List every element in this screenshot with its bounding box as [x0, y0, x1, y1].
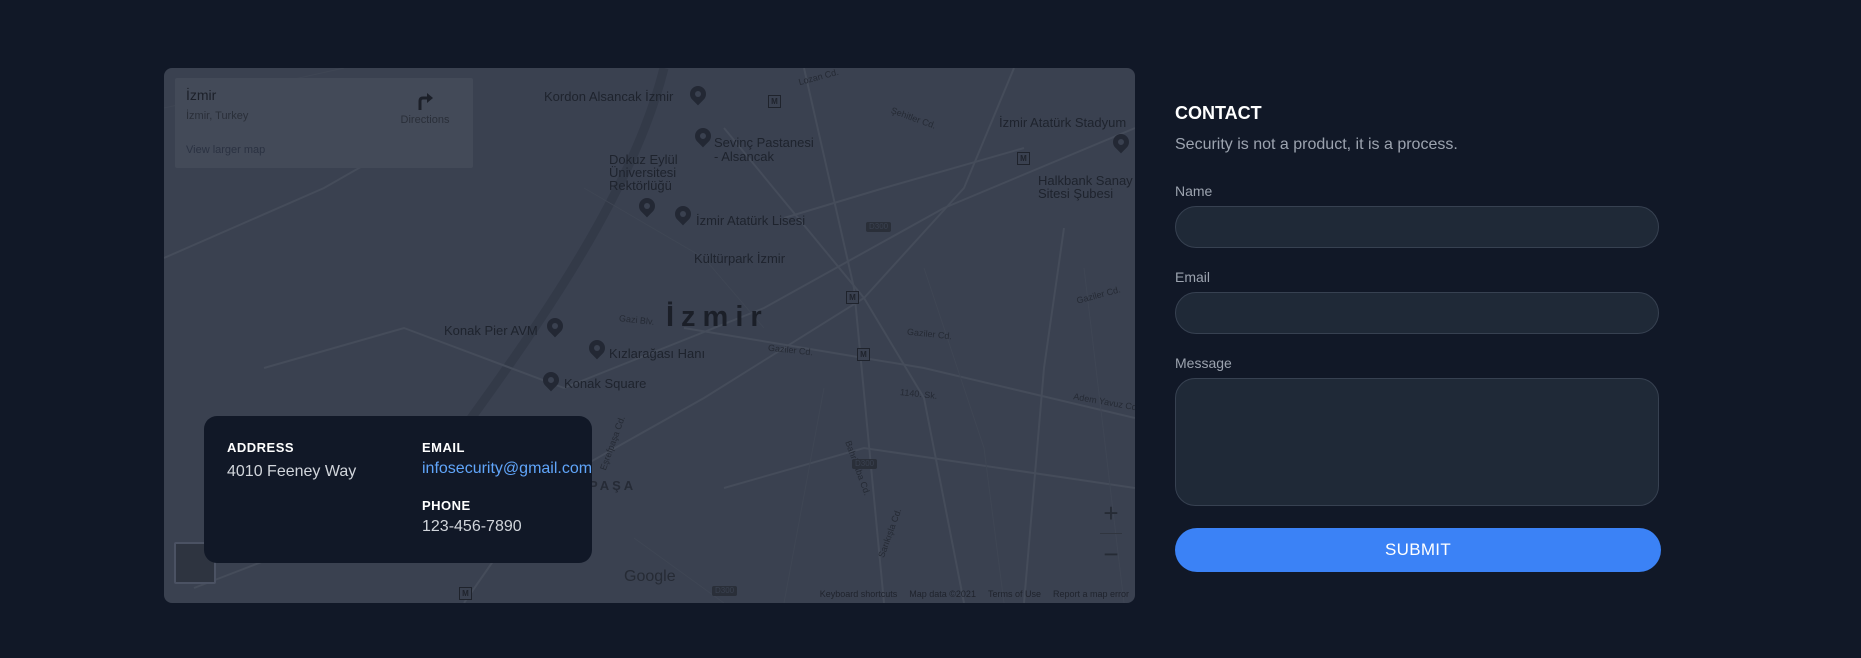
place-konak-square-label: Konak Square [564, 376, 647, 391]
road-badge: D300 [712, 586, 738, 596]
name-field[interactable] [1175, 206, 1659, 248]
form-description: Security is not a product, it is a proce… [1175, 136, 1458, 153]
place-stadium-label: İzmir Atatürk Stadyum [999, 115, 1127, 130]
view-larger-map-link[interactable]: View larger map [186, 144, 265, 156]
place-kizlaragasi-label: Kızlarağası Hanı [609, 346, 706, 361]
email-label: EMAIL [422, 440, 465, 455]
place-title: İzmir [186, 87, 217, 103]
metro-icon[interactable]: M [768, 95, 781, 108]
submit-button[interactable]: SUBMIT [1175, 528, 1661, 572]
directions-icon [418, 93, 433, 110]
metro-icon[interactable]: M [857, 348, 870, 361]
address-value: 4010 Feeney Way [227, 463, 357, 480]
place-halkbank-label-2: Sitesi Şubesi [1038, 186, 1114, 201]
zoom-in-button[interactable]: + [1097, 500, 1125, 528]
metro-icon[interactable]: M [846, 291, 859, 304]
map-place-card: İzmir İzmir, Turkey View larger map Dire… [175, 78, 473, 168]
email-field[interactable] [1175, 292, 1659, 334]
map-attribution: Keyboard shortcuts Map data ©2021 Terms … [820, 589, 1129, 599]
address-label: ADDRESS [227, 440, 295, 455]
keyboard-shortcuts-link[interactable]: Keyboard shortcuts [820, 589, 898, 599]
email-link[interactable]: infosecurity@gmail.com [422, 460, 592, 478]
city-label: İzmir [666, 301, 769, 333]
name-label: Name [1175, 183, 1213, 199]
zoom-divider [1100, 533, 1122, 534]
place-dokuz-label-3: Rektörlüğü [609, 178, 672, 193]
email-field-label: Email [1175, 269, 1211, 285]
zoom-out-button[interactable]: − [1097, 541, 1125, 569]
district-label: PAŞA [589, 478, 637, 493]
message-label: Message [1175, 355, 1232, 371]
directions-label: Directions [400, 114, 450, 126]
place-kordon-label: Kordon Alsancak İzmir [544, 89, 674, 104]
place-address: İzmir, Turkey [186, 110, 249, 122]
place-sevinc-label-2: - Alsancak [714, 149, 774, 164]
google-logo: Google [624, 568, 676, 585]
place-konak-pier-label: Konak Pier AVM [444, 323, 538, 338]
phone-label: PHONE [422, 498, 471, 513]
place-sevinc-label: Sevinç Pastanesi [714, 135, 814, 150]
form-title: CONTACT [1175, 103, 1262, 123]
report-error-link[interactable]: Report a map error [1053, 589, 1129, 599]
map-data-text: Map data ©2021 [909, 589, 976, 599]
road-badge: D300 [852, 459, 878, 469]
directions-button[interactable]: Directions [395, 90, 455, 126]
metro-icon[interactable]: M [1017, 152, 1030, 165]
phone-value: 123-456-7890 [422, 518, 522, 535]
terms-link[interactable]: Terms of Use [988, 589, 1041, 599]
message-field[interactable] [1175, 378, 1659, 506]
contact-info-card: ADDRESS 4010 Feeney Way EMAIL infosecuri… [204, 416, 592, 563]
place-ataturk-lisesi-label: İzmir Atatürk Lisesi [696, 213, 806, 228]
road-badge: D300 [866, 222, 892, 232]
metro-icon[interactable]: M [459, 587, 472, 600]
place-kulturpark-label: Kültürpark İzmir [694, 251, 786, 266]
